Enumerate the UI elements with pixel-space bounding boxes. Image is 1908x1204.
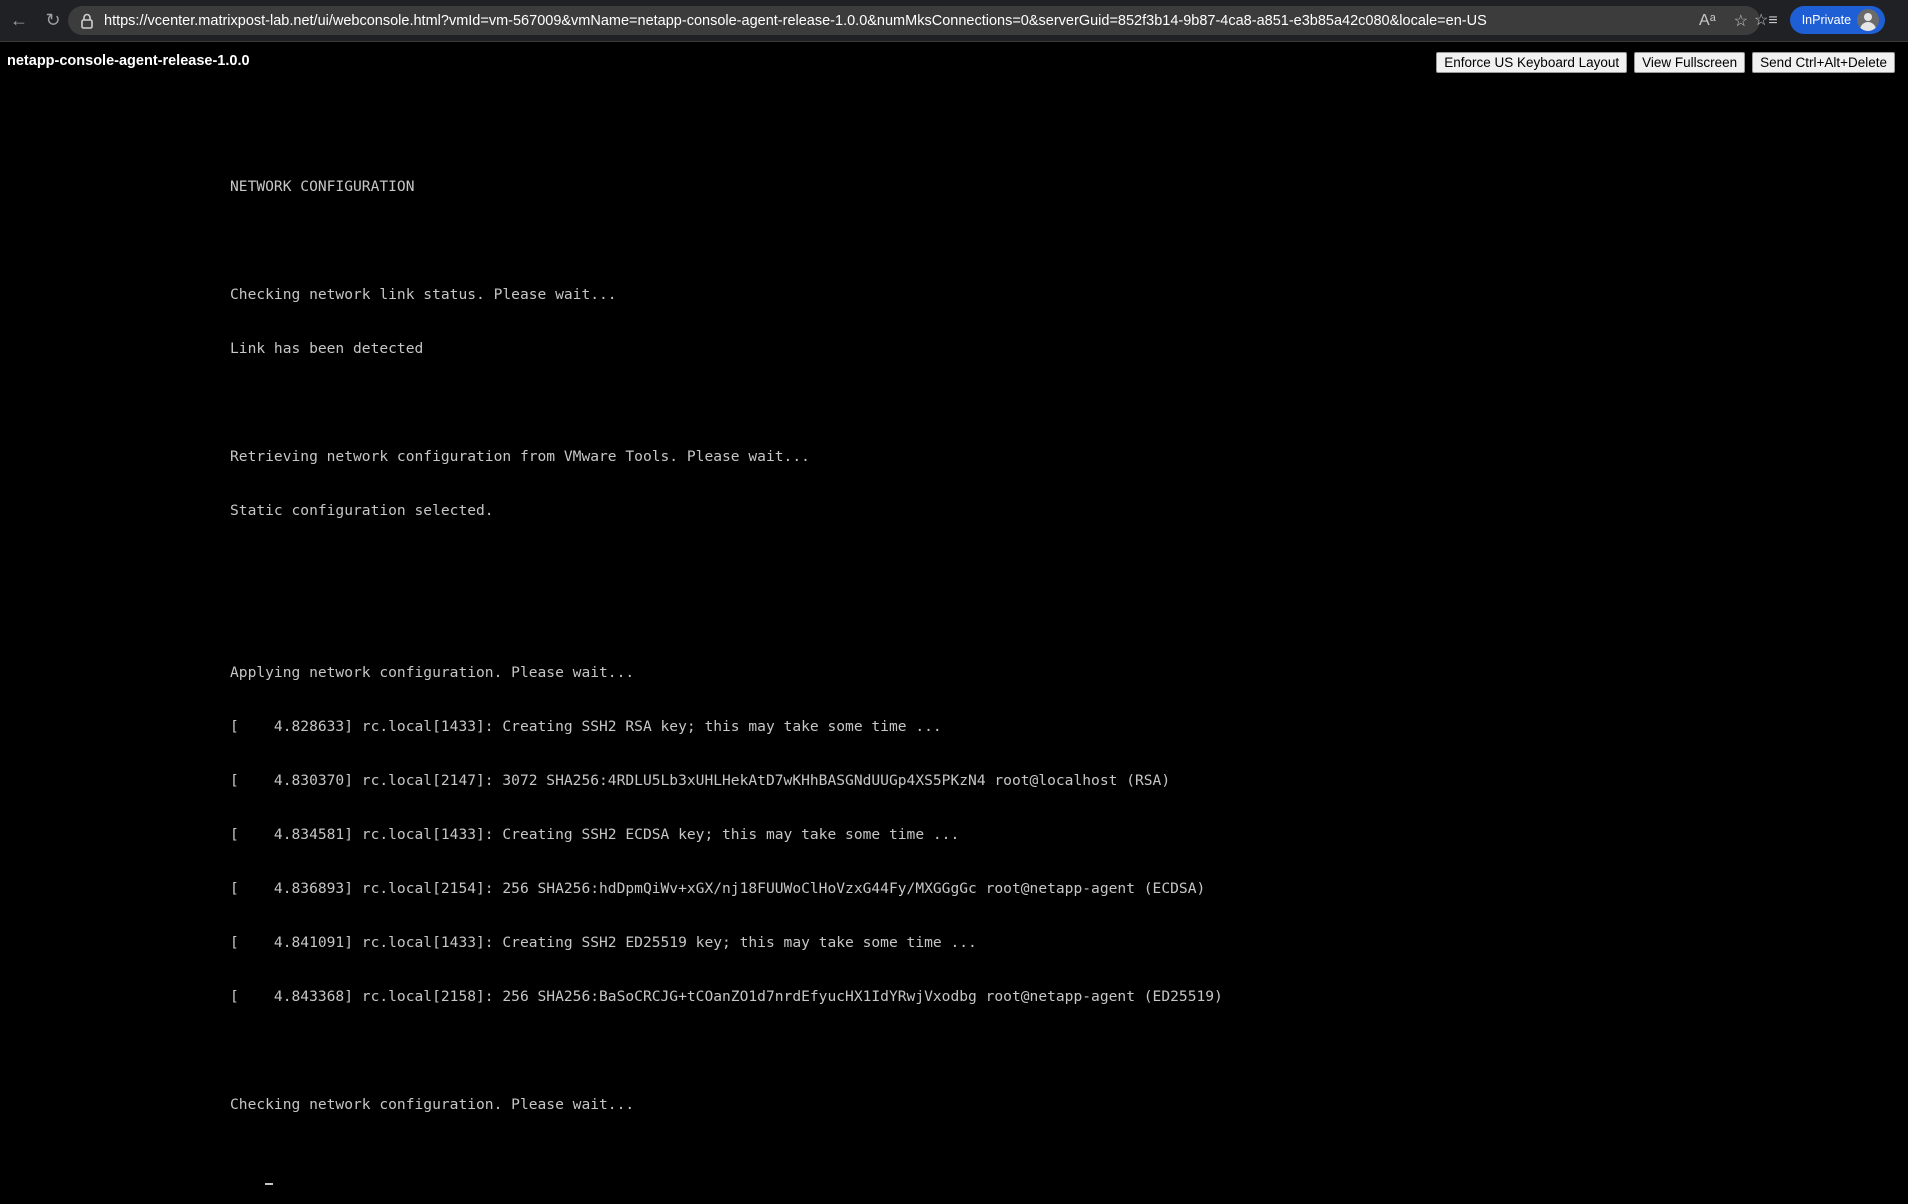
send-ctrl-alt-delete-button[interactable]: Send Ctrl+Alt+Delete — [1752, 52, 1895, 73]
lock-icon[interactable] — [78, 12, 96, 30]
inprivate-badge[interactable]: InPrivate — [1789, 6, 1886, 34]
url-text[interactable]: https://vcenter.matrixpost-lab.net/ui/we… — [104, 13, 1699, 29]
view-fullscreen-button[interactable]: View Fullscreen — [1634, 52, 1746, 73]
vm-name-title: netapp-console-agent-release-1.0.0 — [7, 53, 250, 69]
back-arrow-icon[interactable]: ← — [4, 6, 34, 36]
read-aloud-icon[interactable]: Aᵃ — [1699, 12, 1716, 30]
terminal-line: Checking network configuration. Please w… — [230, 1096, 635, 1113]
reload-icon[interactable]: ↻ — [38, 6, 68, 36]
console-screen[interactable]: NETWORK CONFIGURATION Checking network l… — [230, 142, 1830, 1186]
terminal-cursor — [265, 1183, 274, 1185]
terminal-line: [ 4.830370] rc.local[2147]: 3072 SHA256:… — [230, 772, 1171, 789]
address-bar[interactable]: https://vcenter.matrixpost-lab.net/ui/we… — [68, 6, 1760, 35]
terminal-line: Link has been detected — [230, 340, 424, 357]
terminal-line: [ 4.841091] rc.local[1433]: Creating SSH… — [230, 934, 977, 951]
terminal-line: Retrieving network configuration from VM… — [230, 448, 810, 465]
star-icon[interactable]: ☆ — [1734, 11, 1748, 31]
terminal-line: [ 4.843368] rc.local[2158]: 256 SHA256:B… — [230, 988, 1223, 1005]
inprivate-label: InPrivate — [1801, 13, 1852, 27]
terminal-line: [ 4.836893] rc.local[2154]: 256 SHA256:h… — [230, 880, 1206, 897]
toolbar-divider — [0, 41, 1908, 42]
terminal-line: NETWORK CONFIGURATION — [230, 178, 415, 195]
favorites-icon[interactable]: ☆≡ — [1754, 10, 1778, 30]
avatar-icon — [1857, 9, 1880, 31]
terminal-line — [230, 1150, 1830, 1185]
terminal-line: [ 4.834581] rc.local[1433]: Creating SSH… — [230, 826, 960, 843]
terminal-line: [ 4.828633] rc.local[1433]: Creating SSH… — [230, 718, 942, 735]
enforce-us-keyboard-button[interactable]: Enforce US Keyboard Layout — [1436, 52, 1628, 73]
terminal-line: Checking network link status. Please wai… — [230, 286, 617, 303]
terminal-line: Applying network configuration. Please w… — [230, 664, 635, 681]
terminal-line: Static configuration selected. — [230, 502, 494, 519]
console-controls: Enforce US Keyboard Layout View Fullscre… — [1436, 52, 1895, 73]
